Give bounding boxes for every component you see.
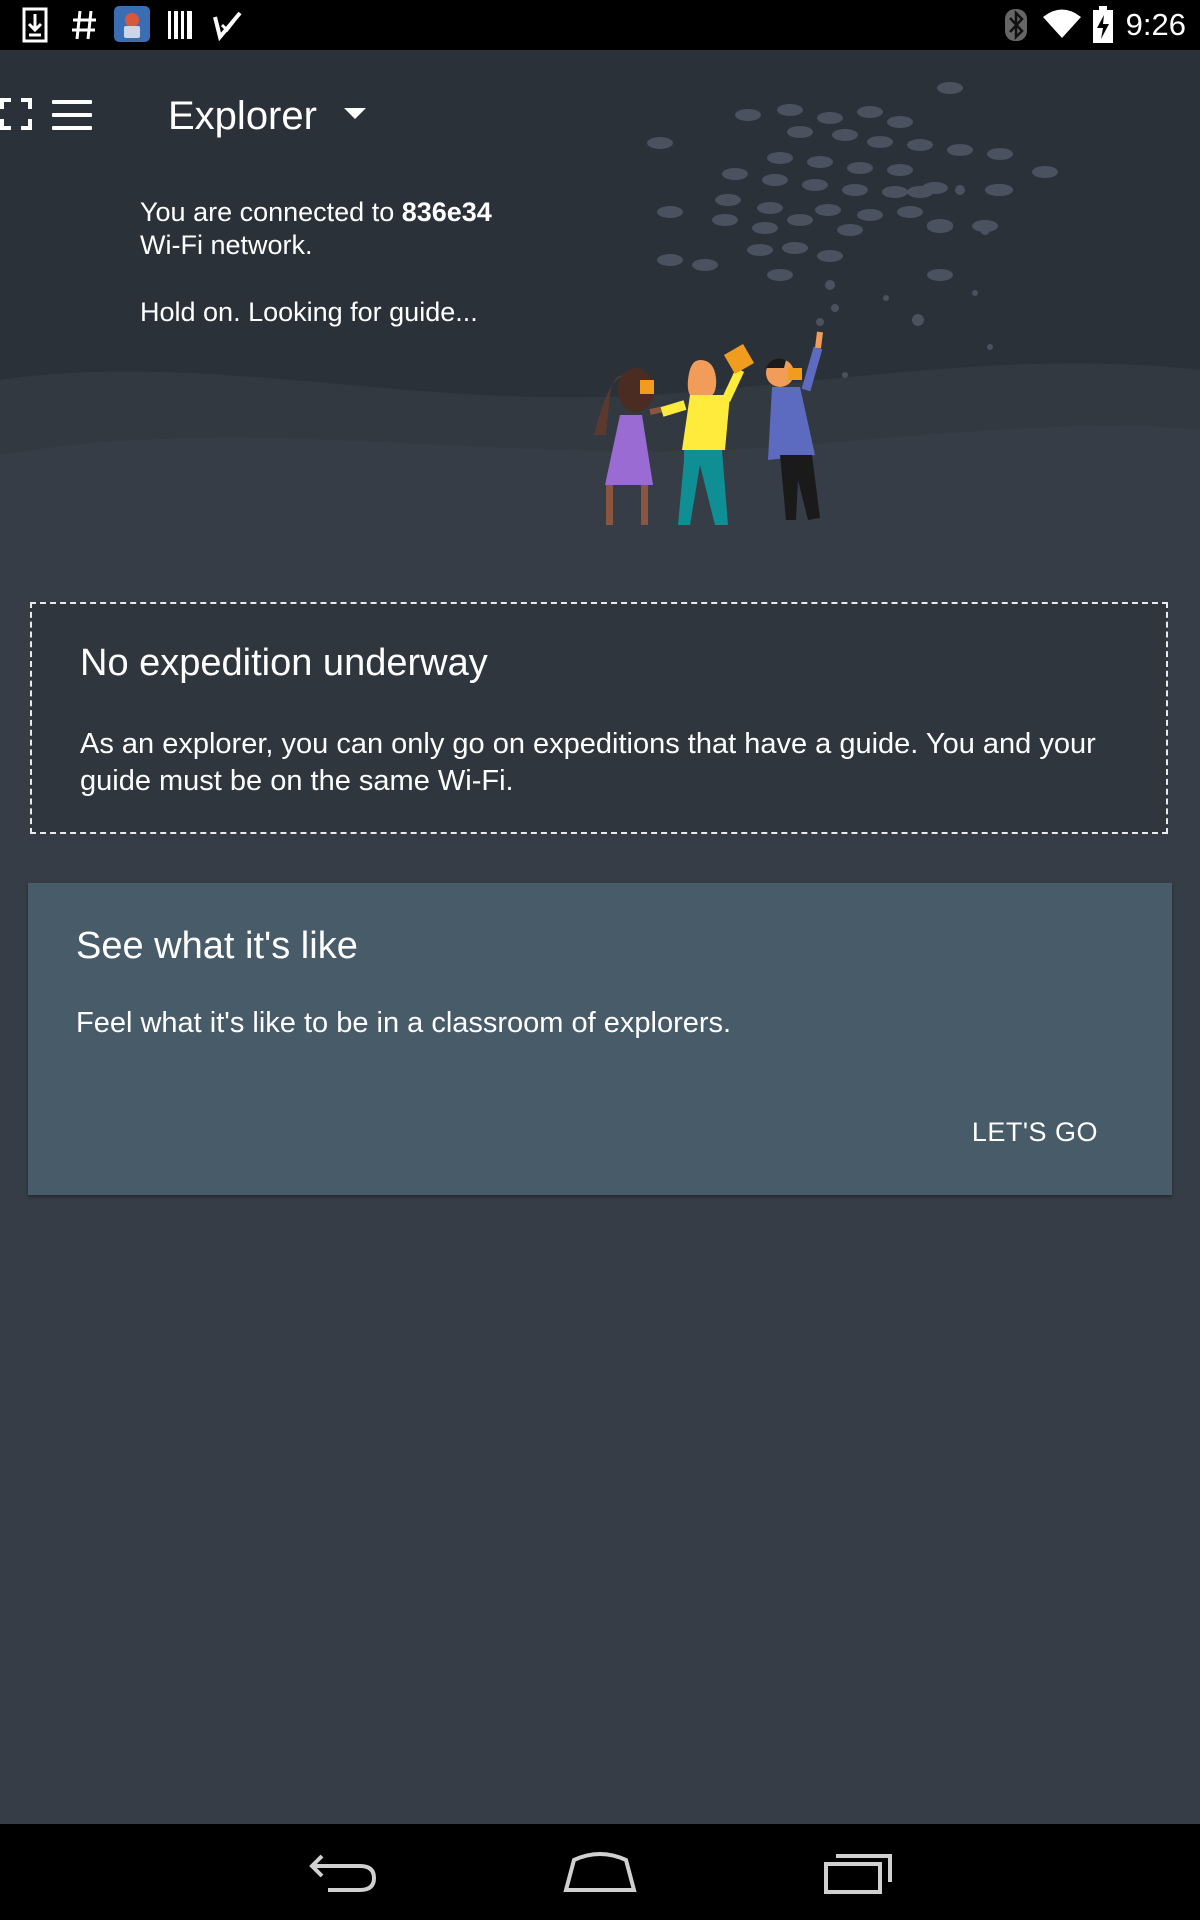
recents-icon[interactable] [822,1846,894,1898]
home-icon[interactable] [562,1846,638,1898]
card-body: Feel what it's like to be in a classroom… [76,1007,732,1039]
network-name: 836e34 [401,197,492,227]
menu-icon [52,100,92,104]
connection-message: You are connected to 836e34 Wi-Fi networ… [140,196,492,262]
barcode-icon [168,11,192,39]
app-title[interactable]: Explorer [168,92,317,140]
connection-suffix: Wi-Fi network. [140,230,313,260]
card-body: As an explorer, you can only go on exped… [80,728,1096,797]
card-title: No expedition underway [80,642,488,684]
clock: 9:26 [1125,7,1186,42]
dropdown-arrow-icon[interactable] [344,108,366,119]
back-icon[interactable] [308,1846,380,1898]
hero-banner: Explorer You are connected to 836e34 Wi-… [0,50,1200,570]
fullscreen-icon[interactable] [0,98,32,130]
navigation-bar [0,1824,1200,1920]
battery-icon [1093,6,1113,43]
status-bar: 9:26 [0,0,1200,50]
app-icon [114,6,150,42]
hash-icon [72,10,96,40]
guide-search-status: Hold on. Looking for guide... [140,297,478,327]
menu-button[interactable] [52,100,92,130]
see-what-card: See what it's like Feel what it's like t… [28,883,1172,1195]
connection-prefix: You are connected to [140,197,402,227]
download-icon [22,7,48,43]
no-expedition-card: No expedition underway As an explorer, y… [30,602,1168,834]
lets-go-button[interactable]: LET'S GO [972,1115,1098,1149]
card-title: See what it's like [76,925,358,967]
check-icon [213,11,242,42]
wifi-icon [1043,9,1081,38]
bluetooth-icon [1005,9,1027,41]
